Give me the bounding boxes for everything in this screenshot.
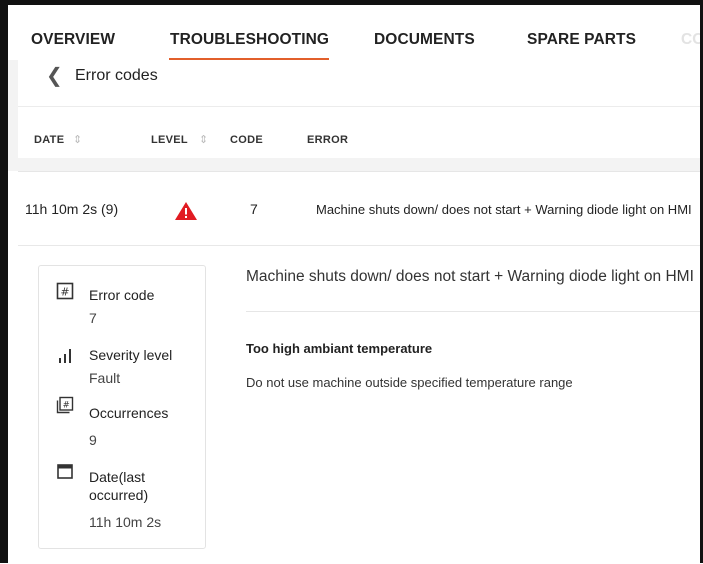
table-row[interactable]: 11h 10m 2s (9) 7 Machine shuts down/ doe… [18, 172, 700, 246]
error-remedy: Do not use machine outside specified tem… [246, 375, 573, 390]
tab-documents[interactable]: DOCUMENTS [374, 31, 475, 49]
page-title: Error codes [75, 67, 158, 84]
error-code: 7 [250, 201, 258, 217]
error-code-value: 7 [89, 310, 97, 326]
divider [246, 311, 700, 312]
column-header-level[interactable]: LEVEL [151, 134, 188, 146]
tab-bar: OVERVIEW TROUBLESHOOTING DOCUMENTS SPARE… [0, 5, 703, 60]
column-header-date[interactable]: DATE [34, 134, 64, 146]
svg-text:#: # [63, 401, 70, 411]
error-summary-panel: # Error code 7 Severity level Fault # Oc… [38, 265, 206, 549]
occurrences-value: 9 [89, 432, 97, 448]
tab-spare-parts[interactable]: SPARE PARTS [527, 31, 636, 49]
window-frame-left [0, 0, 8, 563]
warning-triangle-icon [174, 201, 198, 226]
severity-label: Severity level [89, 347, 173, 363]
detail-title: Machine shuts down/ does not start + War… [246, 268, 694, 285]
hash-icon: # [56, 282, 74, 305]
tab-troubleshooting[interactable]: TROUBLESHOOTING [170, 31, 329, 49]
error-date: 11h 10m 2s (9) [25, 201, 119, 217]
severity-bars-icon [56, 346, 74, 369]
error-card: 11h 10m 2s (9) 7 Machine shuts down/ doe… [18, 171, 700, 564]
error-cause: Too high ambiant temperature [246, 341, 433, 356]
svg-text:#: # [60, 286, 69, 299]
table-header: DATE ⇕ LEVEL ⇕ CODE ERROR [18, 106, 700, 158]
error-description: Machine shuts down/ does not start + War… [316, 202, 692, 217]
error-code-label: Error code [89, 287, 155, 303]
back-arrow-icon[interactable]: ❮ [46, 63, 63, 88]
date-value: 11h 10m 2s [89, 514, 162, 530]
occurrences-label: Occurrences [89, 405, 169, 421]
section-gap [8, 157, 700, 171]
date-label: Date(last occurred) [89, 469, 149, 503]
column-header-code: CODE [230, 134, 263, 146]
column-header-error: ERROR [307, 134, 349, 146]
sort-level-icon[interactable]: ⇕ [199, 133, 208, 146]
occurrences-icon: # [56, 396, 74, 419]
breadcrumb: ❮ Error codes [18, 60, 700, 106]
tab-overview[interactable]: OVERVIEW [31, 31, 115, 49]
severity-value: Fault [89, 370, 121, 386]
calendar-icon [56, 462, 74, 485]
sort-date-icon[interactable]: ⇕ [73, 133, 82, 146]
